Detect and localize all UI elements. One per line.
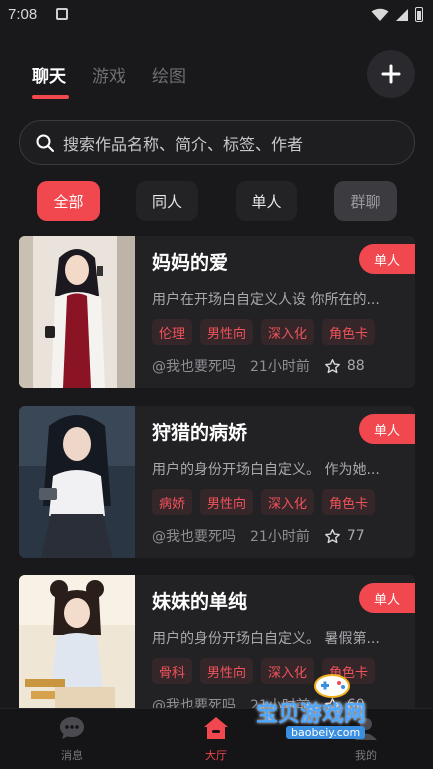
story-card[interactable]: 狩猎的病娇 单人 用户的身份开场白自定义。 作为她... 病娇 男性向 深入化 …: [19, 406, 415, 558]
nav-lobby-label: 大厅: [205, 749, 227, 762]
star-icon: [324, 358, 340, 373]
card-thumbnail: [19, 575, 135, 727]
search-icon: [36, 134, 54, 152]
story-card[interactable]: 妈妈的爱 单人 用户在开场白自定义人设 你所在的... 伦理 男性向 深入化 角…: [19, 236, 415, 388]
watermark: 宝贝游戏网 baobeiy.com: [256, 670, 416, 750]
watermark-text: 宝贝游戏网: [256, 702, 367, 727]
tag[interactable]: 男性向: [200, 319, 254, 345]
search-input[interactable]: 搜索作品名称、简介、标签、作者: [19, 120, 415, 165]
card-meta: @我也要死吗 21小时前 77: [152, 526, 365, 546]
author-name[interactable]: @我也要死吗: [152, 526, 236, 546]
status-bar: 7:08: [0, 0, 433, 30]
tag[interactable]: 角色卡: [322, 319, 376, 345]
type-badge: 单人: [359, 414, 415, 444]
nav-messages-label: 消息: [61, 749, 83, 762]
tag-list: 病娇 男性向 深入化 角色卡: [152, 489, 376, 515]
card-thumbnail: [19, 406, 135, 558]
card-meta: @我也要死吗 21小时前 88: [152, 356, 365, 376]
battery-icon: [415, 7, 423, 22]
watermark-url: baobeiy.com: [286, 726, 366, 739]
timestamp: 21小时前: [250, 359, 310, 375]
tag[interactable]: 病娇: [152, 489, 193, 515]
plus-icon: [381, 64, 401, 84]
home-icon: [204, 717, 228, 739]
search-placeholder: 搜索作品名称、简介、标签、作者: [63, 134, 304, 154]
add-button[interactable]: [367, 50, 415, 98]
type-badge: 单人: [359, 583, 415, 613]
active-tab-indicator: [32, 95, 69, 99]
status-icons: [371, 7, 423, 22]
nav-messages[interactable]: 消息: [42, 715, 102, 763]
tag-list: 伦理 男性向 深入化 角色卡: [152, 319, 376, 345]
tag[interactable]: 深入化: [261, 319, 315, 345]
tab-drawing[interactable]: 绘图: [152, 62, 186, 87]
star-count: 77: [346, 528, 365, 544]
card-title: 狩猎的病娇: [152, 422, 248, 444]
tag[interactable]: 角色卡: [322, 489, 376, 515]
nav-lobby[interactable]: 大厅: [186, 715, 246, 763]
tag[interactable]: 男性向: [200, 658, 254, 684]
tag[interactable]: 男性向: [200, 489, 254, 515]
filter-fanfic[interactable]: 同人: [136, 181, 198, 221]
card-title: 妹妹的单纯: [152, 591, 248, 613]
star-count: 88: [346, 358, 365, 374]
type-badge: 单人: [359, 244, 415, 274]
signal-icon: [396, 8, 408, 21]
top-tabs: 聊天 游戏 绘图: [32, 62, 186, 87]
card-description: 用户的身份开场白自定义。 暑假第...: [152, 631, 380, 647]
card-description: 用户的身份开场白自定义。 作为她...: [152, 462, 380, 478]
tag[interactable]: 骨科: [152, 658, 193, 684]
timestamp: 21小时前: [250, 529, 310, 545]
tag[interactable]: 伦理: [152, 319, 193, 345]
card-thumbnail: [19, 236, 135, 388]
status-time: 7:08: [8, 6, 38, 23]
card-description: 用户在开场白自定义人设 你所在的...: [152, 292, 380, 308]
filter-all[interactable]: 全部: [37, 181, 100, 221]
star-icon: [324, 528, 340, 543]
tag[interactable]: 深入化: [261, 489, 315, 515]
chat-bubble-icon: [60, 717, 84, 739]
tab-games[interactable]: 游戏: [92, 62, 126, 87]
tab-chat[interactable]: 聊天: [32, 62, 66, 87]
filter-group[interactable]: 群聊: [334, 181, 397, 221]
author-name[interactable]: @我也要死吗: [152, 356, 236, 376]
app-screen: 7:08 聊天 游戏 绘图 搜索作品名称、简介、标签、作者 全部 同人 单人 群…: [0, 0, 433, 769]
wifi-icon: [371, 8, 389, 21]
filter-single[interactable]: 单人: [236, 181, 297, 221]
notification-icon: [56, 8, 68, 20]
card-title: 妈妈的爱: [152, 252, 229, 274]
filter-chips: 全部 同人 单人 群聊: [37, 181, 397, 221]
